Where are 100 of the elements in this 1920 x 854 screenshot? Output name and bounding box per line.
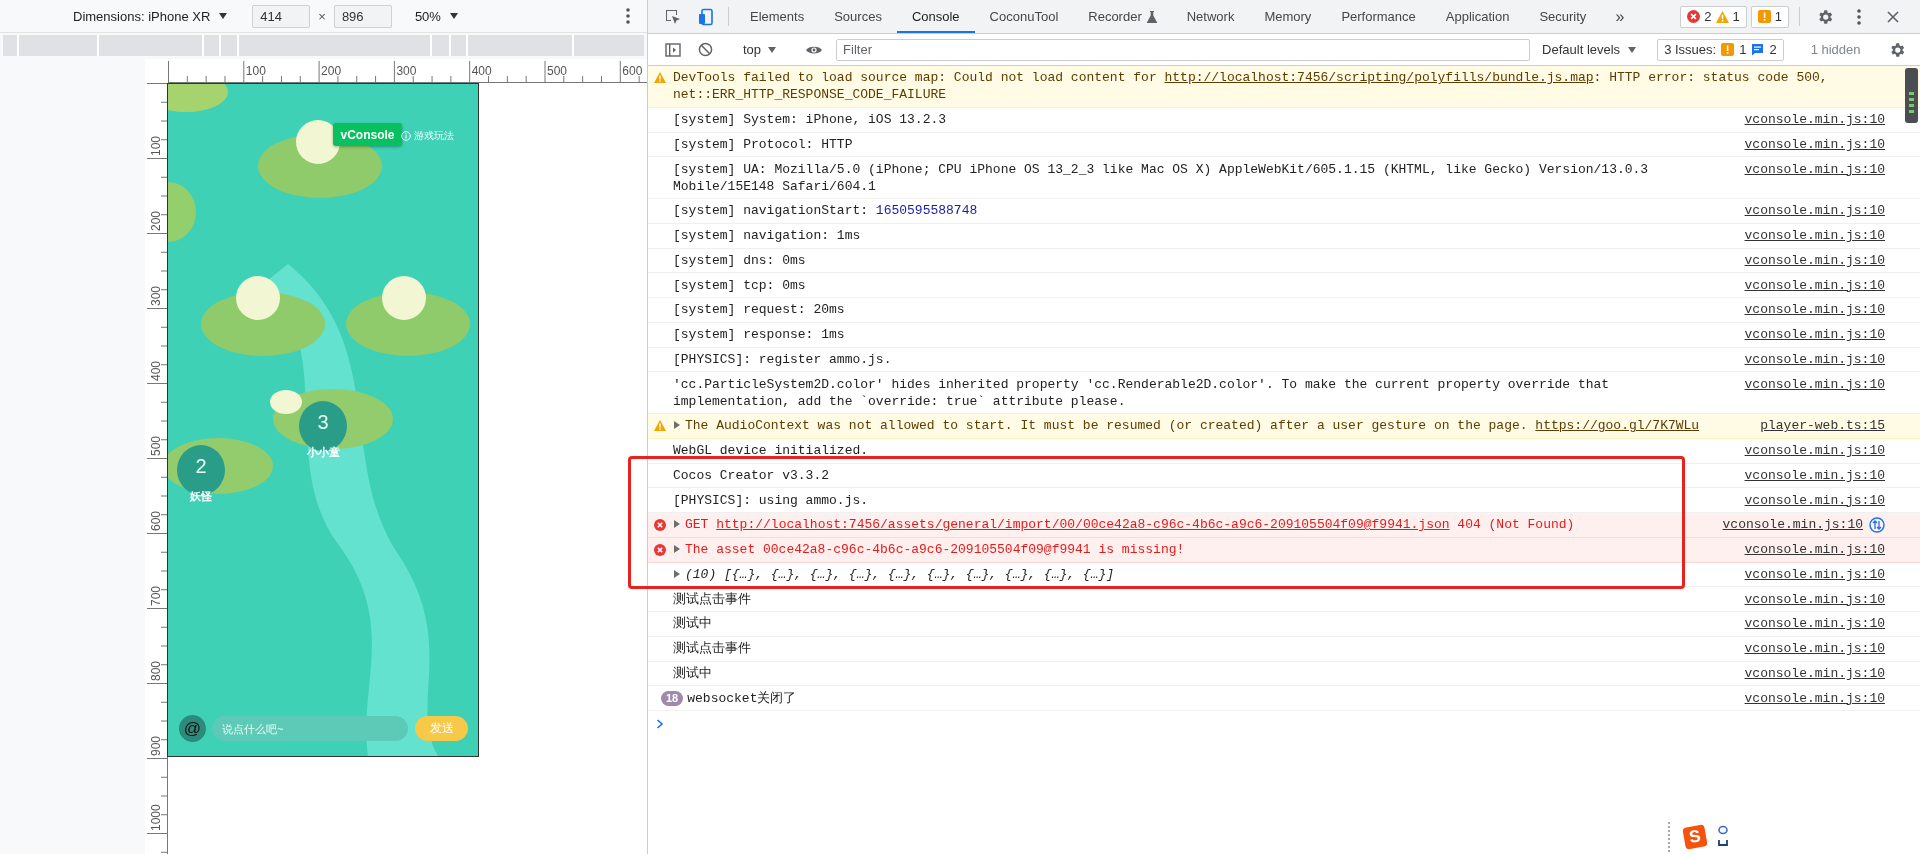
message-link[interactable]: https://goo.gl/7K7WLu [1535, 418, 1700, 434]
panel-tab[interactable]: Network [1171, 0, 1250, 33]
source-link[interactable]: vconsole.min.js:10 [1722, 516, 1863, 534]
ruler-label: 100 [149, 135, 163, 156]
source-link[interactable]: vconsole.min.js:10 [1744, 689, 1885, 707]
expand-triangle-icon[interactable] [673, 569, 681, 578]
player-number: 3 [317, 410, 329, 434]
ruler-label: 1000 [149, 804, 163, 831]
panel-tab[interactable]: Memory [1249, 0, 1327, 33]
source-link[interactable]: vconsole.min.js:10 [1744, 590, 1885, 608]
source-link[interactable]: vconsole.min.js:10 [1744, 350, 1885, 368]
repeat-count-badge: 18 [661, 690, 684, 706]
panel-tab[interactable]: Application [1430, 0, 1525, 33]
log-message: [system] navigationStart: 1650595588748 [673, 202, 979, 220]
ruler-label: 800 [149, 660, 163, 681]
more-options-icon[interactable] [626, 8, 630, 24]
ruler-label: 200 [149, 210, 163, 231]
source-link[interactable]: vconsole.min.js:10 [1744, 202, 1885, 220]
log-message: WebGL device initialized. [673, 442, 870, 459]
issues-counter[interactable]: 1 [1750, 5, 1789, 28]
source-link[interactable]: vconsole.min.js:10 [1744, 491, 1885, 509]
source-link[interactable]: vconsole.min.js:10 [1744, 442, 1885, 459]
ruler-label: 400 [149, 360, 163, 381]
warning-icon [654, 72, 666, 84]
issue-icon [1757, 10, 1771, 23]
log-message: [system] Protocol: HTTP [673, 135, 854, 153]
log-message: [system] System: iPhone, iOS 13.2.3 [673, 111, 948, 128]
network-request-icon[interactable] [1869, 516, 1885, 533]
source-link[interactable]: vconsole.min.js:10 [1744, 615, 1885, 633]
error-message: GET http://localhost:7456/assets/general/import/00/00ce42a8-c96c-4b6c-a9c6-209105504f09@f9941.json 404 (Not Found) [673, 516, 1703, 534]
source-link[interactable]: vconsole.min.js:10 [1744, 135, 1885, 153]
ruler-label: 900 [149, 735, 163, 756]
close-icon[interactable] [1887, 10, 1899, 23]
log-message: Cocos Creator v3.3.2 [673, 466, 831, 484]
caret-icon [449, 13, 458, 19]
source-link[interactable]: vconsole.min.js:10 [1744, 301, 1885, 319]
log-message: websocket关闭了 [687, 689, 798, 707]
panel-tab[interactable]: Console [896, 0, 975, 33]
more-tabs-button[interactable]: » [1601, 0, 1639, 33]
panel-tab[interactable]: Performance [1326, 0, 1431, 33]
source-link[interactable]: vconsole.min.js:10 [1744, 375, 1885, 393]
error-message: The asset 00ce42a8-c96c-4b6c-a9c6-209105504f09@f9941 is missing! [673, 541, 1713, 558]
source-link[interactable]: vconsole.min.js:10 [1744, 326, 1885, 343]
expand-triangle-icon[interactable] [673, 421, 681, 430]
source-link[interactable]: vconsole.min.js:10 [1744, 160, 1885, 178]
prompt-icon[interactable] [656, 719, 664, 729]
message-link[interactable]: http://localhost:7456/assets/general/import/00/00ce42a8-c96c-4b6c-a9c6-209105504f09@f9941.json [716, 517, 1450, 533]
source-link[interactable]: player-web.ts:15 [1760, 417, 1885, 435]
issues-button[interactable]: 3 Issues: 1 2 [1657, 38, 1784, 61]
log-message: [system] response: 1ms [673, 326, 846, 343]
more-options-icon[interactable] [1857, 8, 1861, 25]
log-levels-dropdown[interactable]: Default levels [1534, 42, 1645, 57]
ruler-label: 300 [396, 64, 417, 78]
ruler-label: 200 [321, 64, 342, 78]
warning-message: DevTools failed to load source map: Could not load content for http://localhost:7456/scripting/polyfills/bundle.js.map: HTTP error: status code 500, net::ERR_HTTP_RESPONSE_CODE_FAILURE [673, 69, 1829, 104]
expand-triangle-icon[interactable] [673, 545, 681, 553]
source-link[interactable]: vconsole.min.js:10 [1744, 541, 1885, 558]
log-message: (10) [{…}, {…}, {…}, {…}, {…}, {…}, {…}, {…}, {…}, {…}] [673, 565, 1713, 583]
player-number: 2 [195, 454, 207, 478]
log-message: [system] request: 20ms [673, 301, 846, 319]
log-message: [PHYSICS]: using ammo.js. [673, 491, 870, 509]
filter-field[interactable]: Filter [836, 38, 1531, 61]
ruler-label: 500 [149, 435, 163, 456]
source-link[interactable]: vconsole.min.js:10 [1744, 251, 1885, 269]
chat-input[interactable]: 说点什么吧~ [212, 716, 408, 741]
sidebar-toggle-icon[interactable] [664, 42, 681, 57]
source-link[interactable]: vconsole.min.js:10 [1744, 664, 1885, 682]
source-link[interactable]: vconsole.min.js:10 [1744, 227, 1885, 244]
log-message: [system] tcp: 0ms [673, 276, 807, 294]
player-name: 小小童 [306, 444, 340, 460]
panel-tab[interactable]: Sources [819, 0, 897, 33]
panel-tab[interactable]: Security [1524, 0, 1602, 33]
panel-tab[interactable]: CoconuTool [974, 0, 1074, 33]
clear-console-icon[interactable] [698, 42, 713, 57]
source-link[interactable]: vconsole.min.js:10 [1744, 276, 1885, 294]
panel-tab[interactable]: Recorder [1073, 0, 1172, 33]
source-link[interactable]: vconsole.min.js:10 [1744, 565, 1885, 583]
inspect-element-icon[interactable] [663, 7, 682, 26]
device-dropdown[interactable]: Dimensions: iPhone XR [73, 8, 228, 24]
zoom-dropdown[interactable]: 50% [414, 8, 458, 24]
ruler-label: 400 [471, 64, 492, 78]
panel-tab[interactable]: Elements [735, 0, 820, 33]
log-message: [system] UA: Mozilla/5.0 (iPhone; CPU iPhone OS 13_2_3 like Mac OS X) AppleWebKit/605.1.15 (KHTML, like Gecko) Version/13.0.3 Mobile/15E148 Safari/604.1 [673, 160, 1650, 195]
device-toolbar-icon[interactable] [696, 7, 715, 26]
source-link[interactable]: vconsole.min.js:10 [1744, 466, 1885, 484]
message-link[interactable]: http://localhost:7456/scripting/polyfills/bundle.js.map [1164, 70, 1594, 86]
log-message: [system] dns: 0ms [673, 251, 807, 269]
source-link[interactable]: vconsole.min.js:10 [1744, 640, 1885, 657]
player-name: 妖怪 [190, 488, 212, 504]
width-field[interactable]: 414 [252, 4, 311, 28]
height-field[interactable]: 896 [333, 4, 392, 28]
error-warning-counter[interactable]: 2 1 [1680, 5, 1747, 28]
source-link[interactable]: vconsole.min.js:10 [1744, 111, 1885, 128]
expand-triangle-icon[interactable] [673, 520, 681, 529]
caret-icon [768, 46, 777, 53]
ruler-label: 100 [245, 64, 266, 78]
warning-icon [1715, 10, 1729, 23]
caret-icon [219, 13, 228, 19]
ime-tool-icon[interactable] [1718, 825, 1728, 849]
context-dropdown[interactable]: top [735, 42, 785, 57]
